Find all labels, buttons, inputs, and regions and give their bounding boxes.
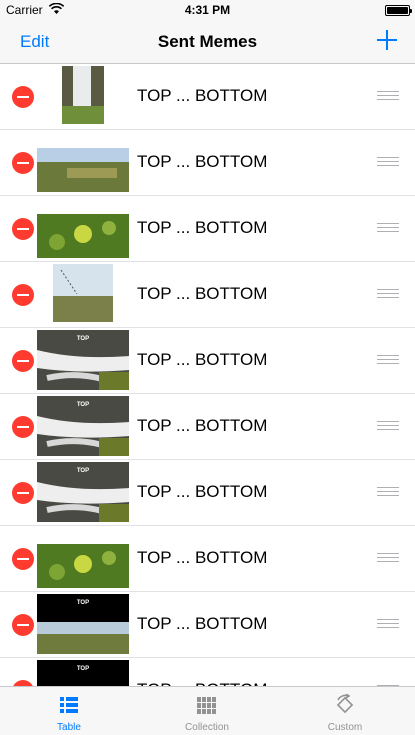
delete-row-icon[interactable]	[12, 350, 34, 372]
meme-label: TOP ... BOTTOM	[137, 548, 268, 567]
reorder-handle-icon[interactable]	[377, 355, 399, 365]
meme-thumbnail: TOP	[37, 660, 129, 686]
navigation-bar: Edit Sent Memes	[0, 20, 415, 64]
reorder-handle-icon[interactable]	[377, 487, 399, 497]
grid-icon	[197, 697, 216, 714]
table-row[interactable]: TOPTOP ... BOTTOM	[0, 658, 415, 686]
meme-thumbnail	[53, 264, 113, 322]
tab-label: Collection	[185, 722, 229, 733]
meme-thumbnail: TOP	[37, 330, 129, 390]
tab-label: Custom	[327, 722, 363, 733]
delete-row-icon[interactable]	[12, 548, 34, 570]
delete-row-icon[interactable]	[12, 614, 34, 636]
tab-bar: Table Collection Custom	[0, 686, 415, 735]
delete-row-icon[interactable]	[12, 284, 34, 306]
reorder-handle-icon[interactable]	[377, 157, 399, 167]
reorder-handle-icon[interactable]	[377, 289, 399, 299]
meme-top-text: TOP	[77, 468, 89, 474]
table-row[interactable]: TOP TOP ... BOTTOM	[0, 592, 415, 658]
meme-label: TOP ... BOTTOM	[137, 284, 268, 303]
status-bar: Carrier 4:31 PM	[0, 0, 415, 20]
table-row[interactable]: TOP TOP ... BOTTOM	[0, 394, 415, 460]
tab-table[interactable]: Table	[0, 687, 138, 735]
reorder-handle-icon[interactable]	[377, 553, 399, 563]
table-row[interactable]: TOP TOP ... BOTTOM	[0, 460, 415, 526]
tab-collection[interactable]: Collection	[138, 687, 276, 735]
table-row[interactable]: TOP TOP ... BOTTOM	[0, 328, 415, 394]
meme-thumbnail: TOP	[37, 462, 129, 522]
meme-thumbnail	[37, 214, 129, 258]
delete-row-icon[interactable]	[12, 86, 34, 108]
reorder-handle-icon[interactable]	[377, 91, 399, 101]
reorder-handle-icon[interactable]	[377, 421, 399, 431]
meme-label: TOP ... BOTTOM	[137, 614, 268, 633]
meme-label: TOP ... BOTTOM	[137, 416, 268, 435]
reorder-handle-icon[interactable]	[377, 223, 399, 233]
meme-label: TOP ... BOTTOM	[137, 86, 268, 105]
list-icon	[60, 697, 78, 713]
meme-label: TOP ... BOTTOM	[137, 218, 268, 237]
meme-top-text: TOP	[77, 336, 89, 342]
meme-top-text: TOP	[77, 402, 89, 408]
table-row[interactable]: TOP ... BOTTOM	[0, 262, 415, 328]
page-title: Sent Memes	[157, 32, 258, 51]
delete-row-icon[interactable]	[12, 416, 34, 438]
tab-label: Table	[57, 722, 81, 733]
meme-label: TOP ... BOTTOM	[137, 482, 268, 501]
rotate-icon	[336, 694, 354, 714]
delete-row-icon[interactable]	[12, 482, 34, 504]
table-row[interactable]: TOP ... BOTTOM	[0, 196, 415, 262]
meme-thumbnail: TOP	[37, 594, 129, 654]
plus-icon[interactable]	[375, 28, 399, 52]
meme-label: TOP ... BOTTOM	[137, 152, 268, 171]
delete-row-icon[interactable]	[12, 218, 34, 240]
reorder-handle-icon[interactable]	[377, 619, 399, 629]
table-row[interactable]: TOP ... BOTTOM	[0, 526, 415, 592]
memes-table[interactable]: TOP ... BOTTOM TOP ... BOTTOM TOP ... BOTT…	[0, 64, 415, 686]
delete-row-icon[interactable]	[12, 152, 34, 174]
battery-icon	[385, 5, 412, 16]
meme-top-text: TOP	[77, 600, 89, 606]
table-row[interactable]: TOP ... BOTTOM	[0, 130, 415, 196]
meme-thumbnail	[62, 66, 104, 124]
meme-thumbnail: TOP	[37, 396, 129, 456]
meme-thumbnail	[37, 148, 129, 192]
meme-label: TOP ... BOTTOM	[137, 350, 268, 369]
meme-top-text: TOP	[77, 666, 89, 672]
tab-custom[interactable]: Custom	[276, 687, 414, 735]
clock: 4:31 PM	[184, 3, 231, 17]
meme-thumbnail	[37, 544, 129, 588]
table-row[interactable]: TOP ... BOTTOM	[0, 64, 415, 130]
